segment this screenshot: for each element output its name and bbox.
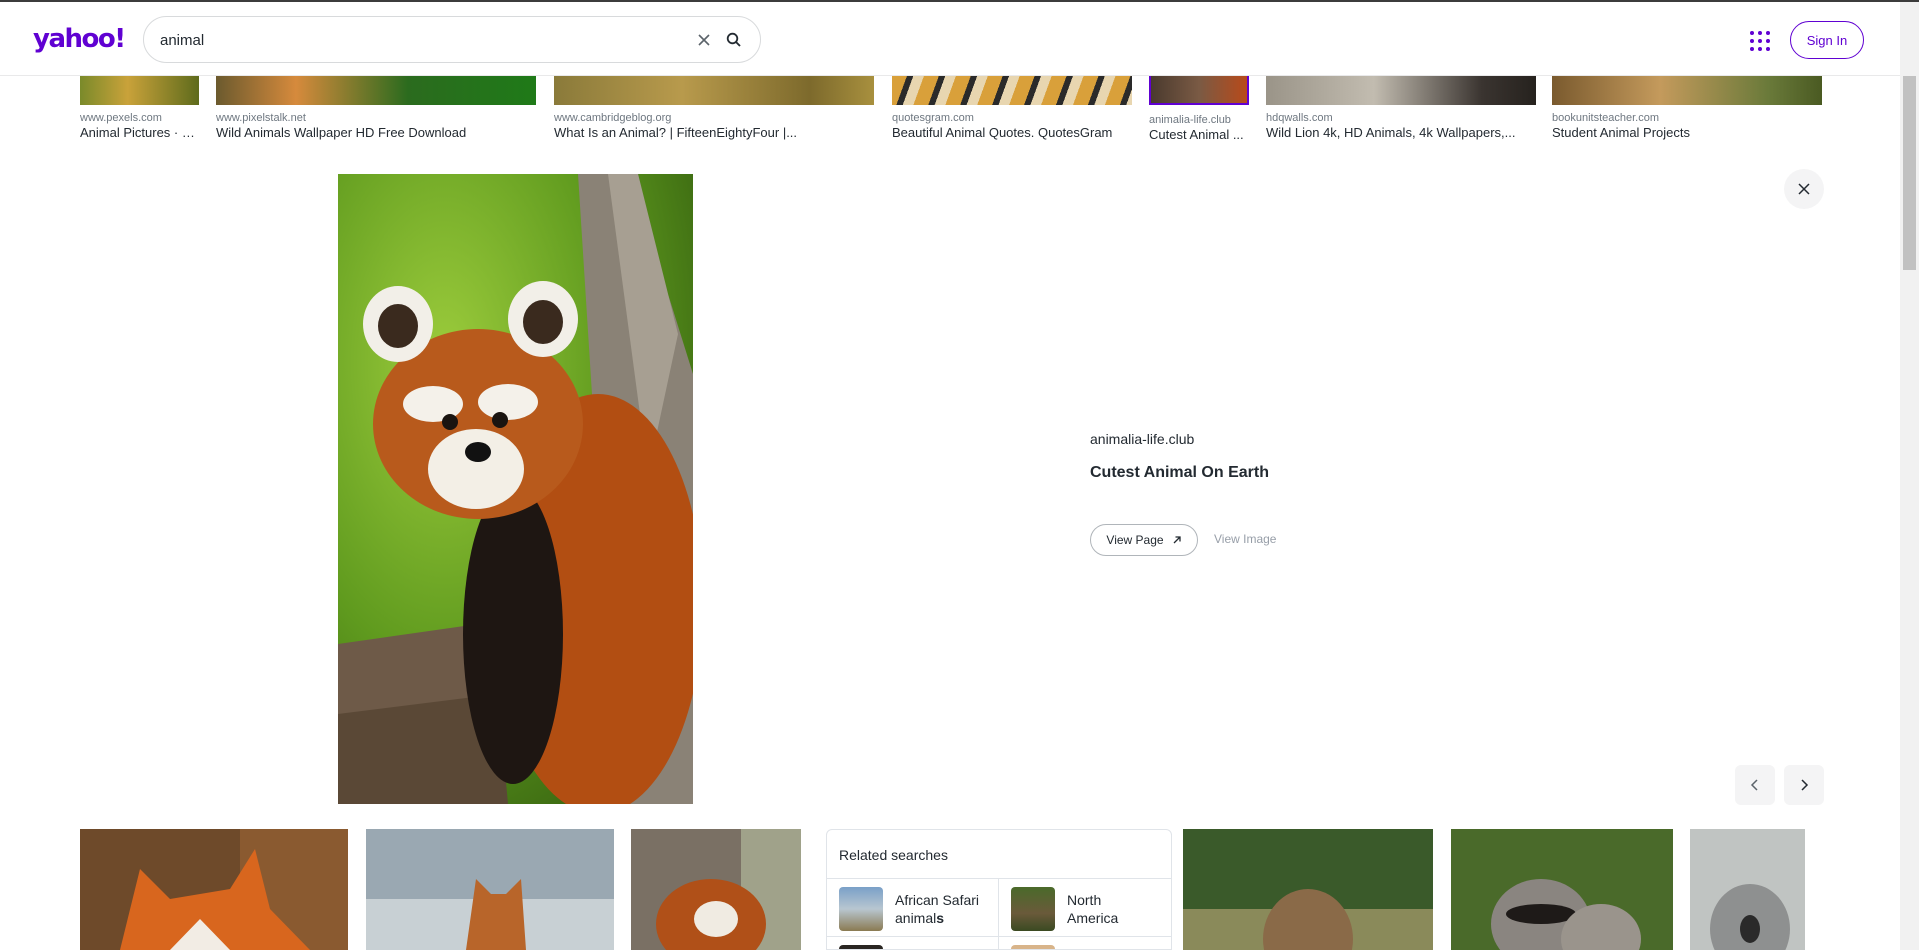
clear-icon (698, 34, 710, 46)
result-thumbnail-fox-cub[interactable] (366, 829, 614, 950)
red-panda-image (338, 174, 693, 804)
result-thumbnail-fox[interactable] (80, 829, 348, 950)
related-search-label: North America (1067, 891, 1118, 927)
result-source: quotesgram.com (892, 112, 974, 124)
red-panda-thumb-image (631, 829, 801, 950)
result-thumbnail-3[interactable] (554, 76, 874, 105)
result-title: Beautiful Animal Quotes. QuotesGram (892, 125, 1113, 140)
result-title: Cutest Animal ... (1149, 127, 1244, 142)
related-search-north-america[interactable]: North America (999, 878, 1171, 936)
result-title: Wild Lion 4k, HD Animals, 4k Wallpapers,… (1266, 125, 1516, 140)
header-bar: yahoo! Sign In (0, 2, 1900, 76)
result-caption-6[interactable]: hdqwalls.com Wild Lion 4k, HD Animals, 4… (1266, 112, 1536, 140)
result-source: animalia-life.club (1149, 114, 1231, 126)
result-thumbnail-raccoons[interactable] (1451, 829, 1673, 950)
result-thumbnail-5-selected[interactable] (1149, 76, 1249, 105)
search-button[interactable] (722, 28, 746, 52)
result-source: www.cambridgeblog.org (554, 112, 672, 124)
related-search-row-partial[interactable] (999, 936, 1171, 949)
result-thumbnail-4[interactable] (892, 76, 1132, 105)
next-image-button[interactable] (1784, 765, 1824, 805)
detail-source[interactable]: animalia-life.club (1090, 431, 1194, 447)
scrollbar-thumb[interactable] (1903, 76, 1916, 270)
quokka-image (1183, 829, 1433, 950)
previous-image-button[interactable] (1735, 765, 1775, 805)
result-title: Animal Pictures · P... (80, 125, 199, 140)
result-caption-3[interactable]: www.cambridgeblog.org What Is an Animal?… (554, 112, 874, 140)
search-input[interactable] (160, 29, 680, 51)
result-thumbnail-1[interactable] (80, 76, 199, 105)
related-thumbnail (1011, 887, 1055, 931)
related-line1: African Safari (895, 892, 980, 908)
view-page-button[interactable]: View Page (1090, 524, 1198, 556)
chevron-left-icon (1750, 779, 1758, 791)
search-box (143, 16, 761, 63)
result-thumbnail-2[interactable] (216, 76, 536, 105)
yahoo-logo[interactable]: yahoo! (33, 24, 126, 54)
related-searches-heading: Related searches (839, 847, 948, 863)
result-thumbnail-red-panda[interactable] (631, 829, 801, 950)
result-caption-5[interactable]: animalia-life.club Cutest Animal ... (1149, 114, 1249, 142)
close-preview-button[interactable] (1784, 169, 1824, 209)
result-thumbnail-koala[interactable] (1690, 829, 1805, 950)
related-search-label: African Safari animals (895, 891, 979, 927)
search-icon (726, 32, 741, 47)
related-thumbnail (839, 945, 883, 949)
result-caption-2[interactable]: www.pixelstalk.net Wild Animals Wallpape… (216, 112, 536, 140)
result-source: bookunitsteacher.com (1552, 112, 1660, 124)
related-line2: America (1067, 910, 1119, 926)
result-caption-1[interactable]: www.pexels.com Animal Pictures · P... (80, 112, 199, 140)
result-thumbnail-7[interactable] (1552, 76, 1822, 105)
chevron-right-icon (1801, 779, 1809, 791)
result-caption-7[interactable]: bookunitsteacher.com Student Animal Proj… (1552, 112, 1822, 140)
result-thumbnail-6[interactable] (1266, 76, 1536, 105)
result-source: www.pixelstalk.net (216, 112, 306, 124)
clear-search-button[interactable] (692, 28, 716, 52)
result-source: www.pexels.com (80, 112, 162, 124)
related-line2: animal (895, 910, 937, 926)
view-page-label: View Page (1106, 533, 1164, 547)
related-searches-panel: Related searches African Safari animals … (826, 829, 1172, 950)
external-link-icon (1173, 536, 1181, 544)
page-scrollbar[interactable] (1900, 2, 1919, 950)
view-image-link[interactable]: View Image (1214, 532, 1276, 546)
result-title: What Is an Animal? | FifteenEightyFour |… (554, 125, 798, 140)
related-line1: North (1067, 892, 1102, 908)
raccoons-image (1451, 829, 1673, 950)
close-icon (1798, 183, 1810, 195)
result-title: Student Animal Projects (1552, 125, 1691, 140)
result-source: hdqwalls.com (1266, 112, 1333, 124)
detail-title[interactable]: Cutest Animal On Earth (1090, 464, 1269, 482)
sign-in-button[interactable]: Sign In (1790, 21, 1864, 59)
apps-grid-icon[interactable] (1748, 29, 1770, 51)
preview-image[interactable] (338, 174, 693, 804)
related-thumbnail (1011, 945, 1055, 949)
result-caption-4[interactable]: quotesgram.com Beautiful Animal Quotes. … (892, 112, 1132, 140)
result-title: Wild Animals Wallpaper HD Free Download (216, 125, 467, 140)
related-thumbnail (839, 887, 883, 931)
fox-cub-image (366, 829, 614, 950)
result-thumbnail-quokka[interactable] (1183, 829, 1433, 950)
related-search-african-safari[interactable]: African Safari animals (827, 878, 999, 936)
koala-image (1690, 829, 1805, 950)
fox-image (80, 829, 348, 950)
related-line2-bold: s (936, 910, 945, 926)
related-search-row-partial[interactable] (827, 936, 999, 949)
